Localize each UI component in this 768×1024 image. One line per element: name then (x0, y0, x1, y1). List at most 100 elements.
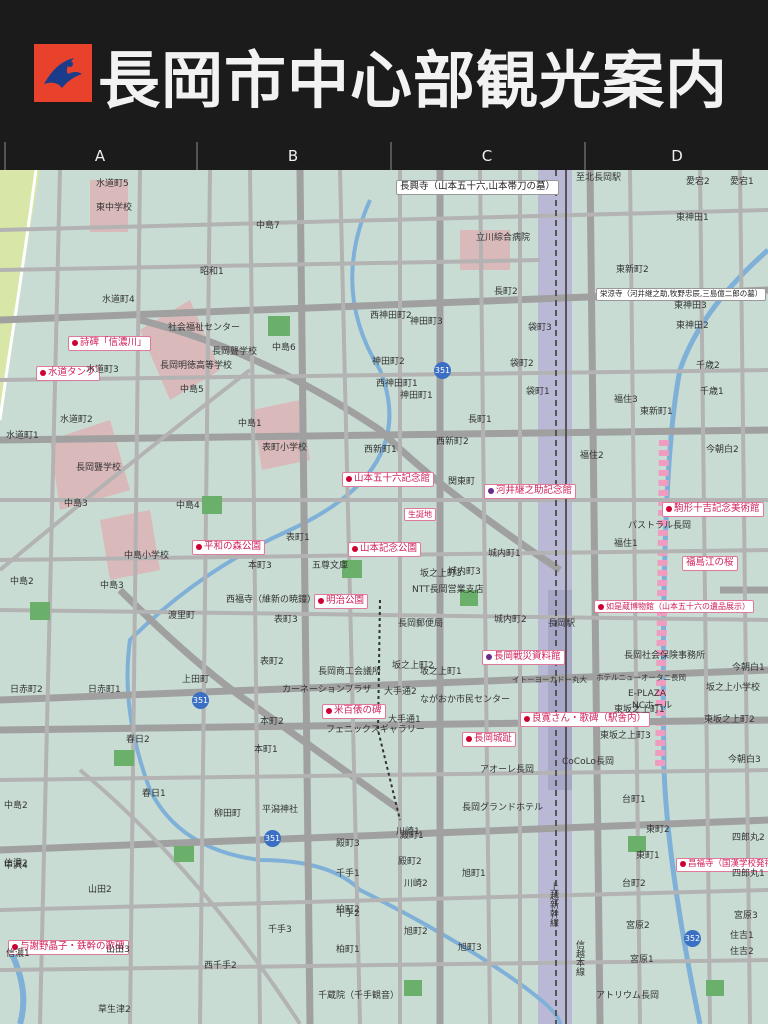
district-label: 神田町3 (410, 317, 443, 327)
place-label: アオーレ長岡 (480, 765, 535, 775)
district-label: 愛宕1 (730, 177, 754, 187)
district-label: 旭町2 (404, 927, 428, 937)
place-label: 五尊文庫 (312, 561, 349, 571)
district-label: 殿町3 (336, 839, 360, 849)
marker-icon (488, 487, 494, 494)
district-label: 東坂之上町3 (600, 731, 651, 741)
district-label: 東町1 (636, 851, 660, 861)
district-label: 東坂之上町2 (704, 715, 755, 725)
district-label: 城内町2 (494, 615, 527, 625)
district-label: 西新町1 (364, 445, 397, 455)
district-label: 長町2 (494, 287, 518, 297)
district-label: 上越新幹線 (548, 882, 558, 927)
district-label: 東神田2 (676, 321, 709, 331)
district-label: 表町3 (274, 615, 298, 625)
city-logo-icon (34, 44, 92, 102)
district-label: 水道町4 (102, 295, 135, 305)
district-label: 千歳2 (696, 361, 720, 371)
district-label: 東神田3 (674, 301, 707, 311)
district-label: 春日2 (126, 735, 150, 745)
route-351-marker: 351 (264, 830, 281, 847)
poi-peace-forest-park[interactable]: 平和の森公園 (192, 540, 266, 555)
poi-kome-hyappyo-monument[interactable]: 米百俵の碑 (322, 704, 386, 719)
district-label: 四郎丸1 (732, 869, 765, 879)
marker-icon (352, 545, 358, 552)
place-label: 表町小学校 (262, 443, 308, 453)
poi-komagata-art-museum[interactable]: 駒形十吉記念美術館 (662, 502, 764, 517)
place-label: 長岡グランドホテル (462, 803, 544, 813)
district-label: 柏町1 (336, 945, 360, 955)
district-label: 東町2 (646, 825, 670, 835)
district-label: 東新町1 (640, 407, 673, 417)
district-label: 春日1 (142, 789, 166, 799)
district-label: 袋町1 (526, 387, 550, 397)
district-label: 草生津2 (98, 1005, 131, 1015)
place-label: パストラル長岡 (628, 521, 692, 531)
district-label: 福住3 (614, 395, 638, 405)
district-label: 中島7 (256, 221, 280, 231)
marker-icon (346, 475, 352, 482)
route-351-marker: 351 (192, 692, 209, 709)
district-label: 千手1 (336, 869, 360, 879)
district-label: 中島4 (176, 501, 200, 511)
district-label: 昭和1 (200, 267, 224, 277)
place-label: 長岡郵便局 (398, 619, 444, 629)
district-label: 信越本線 (574, 940, 584, 976)
marker-icon (40, 369, 46, 376)
district-label: 城内町3 (448, 567, 481, 577)
district-label: 柳田町 (214, 809, 242, 819)
place-label: 長岡駅 (548, 619, 576, 629)
poi-fukushimae-cherry[interactable]: 福島江の桜 (682, 556, 738, 571)
district-label: 四郎丸2 (732, 833, 765, 843)
district-label: 至北長岡駅 (576, 173, 622, 183)
district-label: 殿町2 (398, 857, 422, 867)
poi-poem-monument[interactable]: 詩碑「信濃川」 (68, 336, 151, 351)
district-label: 水道町5 (96, 179, 129, 189)
district-label: 今朝白1 (732, 663, 765, 673)
poi-yamamoto-memorial-hall[interactable]: 山本五十六記念館 (342, 472, 435, 487)
poi-chokoji-temple[interactable]: 長興寺（山本五十六,山本帯刀の墓） (396, 180, 560, 195)
district-label: 中島3 (100, 581, 124, 591)
place-label: CoCoLo長岡 (562, 757, 614, 767)
district-label: 旭町3 (458, 943, 482, 953)
route-352-marker: 352 (684, 930, 701, 947)
district-label: 神田町1 (400, 391, 433, 401)
poi-nagaoka-castle-site[interactable]: 長岡城趾 (462, 732, 517, 747)
district-label: 中島2 (10, 577, 34, 587)
place-label: ホテルニューオータニ長岡 (596, 673, 686, 682)
district-label: 表町2 (260, 657, 284, 667)
poi-war-damage-museum[interactable]: 長岡戦災資料館 (482, 650, 565, 665)
marker-icon (196, 543, 202, 550)
place-label: カーネーションプラザ (282, 685, 372, 695)
district-label: 神田町2 (372, 357, 405, 367)
marker-icon (598, 603, 604, 610)
column-b: B (196, 142, 388, 170)
map-title: 長岡市中心部観光案内 (98, 44, 729, 117)
district-label: 大手通2 (384, 687, 417, 697)
place-label: 長岡商工会議所 (318, 667, 382, 677)
district-label: 山田3 (106, 945, 130, 955)
poi-eiryoji-temple[interactable]: 栄涼寺（河井継之助,牧野忠辰,三島億二郎の墓） (596, 288, 767, 301)
district-label: 中島2 (4, 801, 28, 811)
place-label: NTT長岡営業支店 (412, 585, 484, 595)
column-c: C (390, 142, 582, 170)
district-label: 台町1 (622, 795, 646, 805)
city-map[interactable]: 351 351 351 352 詩碑「信濃川」 水道タンク 平和の森公園 山本五… (0, 170, 768, 1024)
place-label: 社会福祉センター (168, 323, 241, 333)
poi-kawai-memorial[interactable]: 河井継之助記念館 (484, 484, 577, 499)
place-label: フェニックスギャラリー (326, 725, 425, 735)
marker-icon (318, 597, 324, 604)
poi-meiji-park[interactable]: 明治公園 (314, 594, 369, 609)
district-label: 宮原2 (626, 921, 650, 931)
place-label: 平潟神社 (262, 805, 299, 815)
district-label: 渡里町 (168, 611, 196, 621)
poi-nyozegura-museum[interactable]: 如是蔵博物館（山本五十六の遺品展示） (594, 600, 754, 614)
district-label: 大手通1 (388, 715, 421, 725)
district-label: 日赤町1 (88, 685, 121, 695)
poi-birthplace[interactable]: 生誕地 (404, 508, 436, 522)
poi-yamamoto-park[interactable]: 山本記念公園 (348, 542, 422, 557)
district-label: 長町1 (468, 415, 492, 425)
district-label: 中島1 (238, 419, 262, 429)
place-label: アトリウム長岡 (596, 991, 660, 1001)
district-label: 東神田1 (676, 213, 709, 223)
